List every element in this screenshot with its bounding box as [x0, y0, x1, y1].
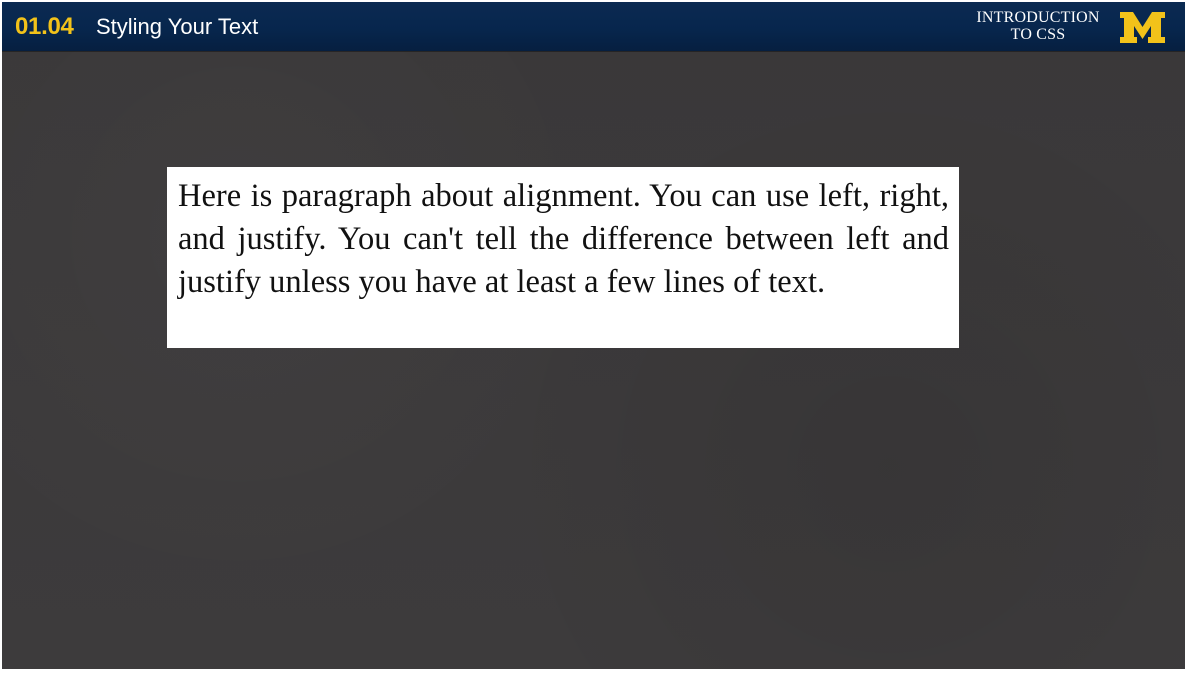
university-m-logo	[1120, 12, 1165, 43]
course-name-line-2: TO CSS	[1010, 26, 1066, 43]
course-name-line-1: INTRODUCTION	[976, 9, 1100, 26]
alignment-paragraph: Here is paragraph about alignment. You c…	[178, 178, 949, 300]
lesson-title: Styling Your Text	[96, 14, 259, 39]
lesson-number: 01.04	[15, 13, 74, 40]
header-bar: 01.04 Styling Your Text INTRODUCTION TO …	[2, 2, 1185, 51]
slide: 01.04 Styling Your Text INTRODUCTION TO …	[2, 2, 1185, 669]
text-card: Here is paragraph about alignment. You c…	[167, 167, 959, 348]
course-name: INTRODUCTION TO CSS	[952, 9, 1124, 43]
